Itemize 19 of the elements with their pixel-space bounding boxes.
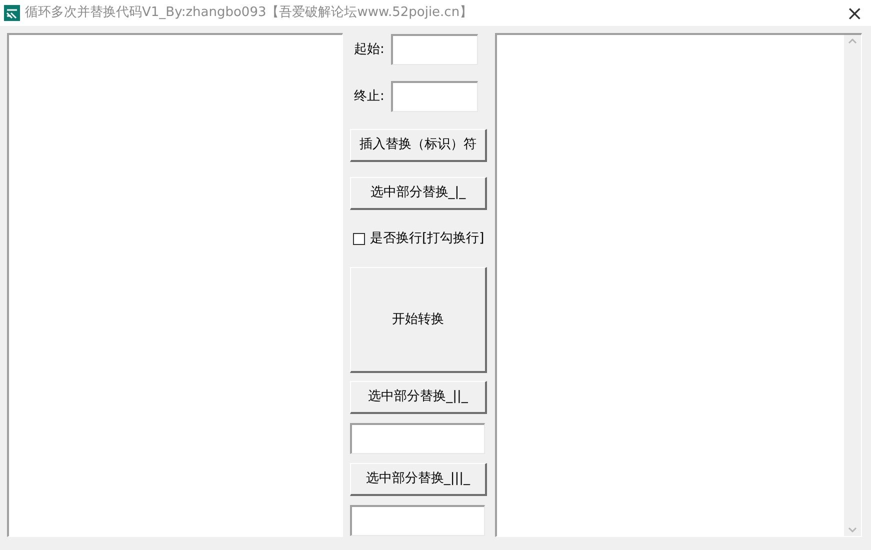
field-label: 终止:	[354, 88, 386, 106]
checkbox-label: 是否换行[打勾换行]	[370, 230, 484, 248]
action-button[interactable]: 选中部分替换_|_	[350, 177, 487, 210]
input-field[interactable]	[350, 505, 485, 536]
window-title: 循环多次并替换代码V1_By:zhangbo093【吾爱破解论坛www.52pojie.cn】	[25, 4, 473, 22]
app-icon	[4, 5, 20, 21]
action-button[interactable]: 选中部分替换_|||_	[350, 463, 487, 496]
scrollbar[interactable]	[844, 35, 861, 536]
input-field[interactable]	[391, 34, 478, 65]
checkbox[interactable]	[353, 233, 365, 245]
input-field[interactable]	[391, 81, 478, 112]
scroll-up-icon[interactable]	[848, 38, 857, 44]
field-label: 起始:	[354, 40, 386, 59]
close-button[interactable]: ×	[846, 3, 863, 23]
action-button[interactable]: 选中部分替换_||_	[350, 381, 487, 414]
input-field[interactable]	[350, 423, 485, 454]
scroll-down-icon[interactable]	[848, 527, 857, 533]
start-button[interactable]: 开始转换	[350, 267, 487, 373]
action-button[interactable]: 插入替换（标识）符	[350, 129, 487, 162]
